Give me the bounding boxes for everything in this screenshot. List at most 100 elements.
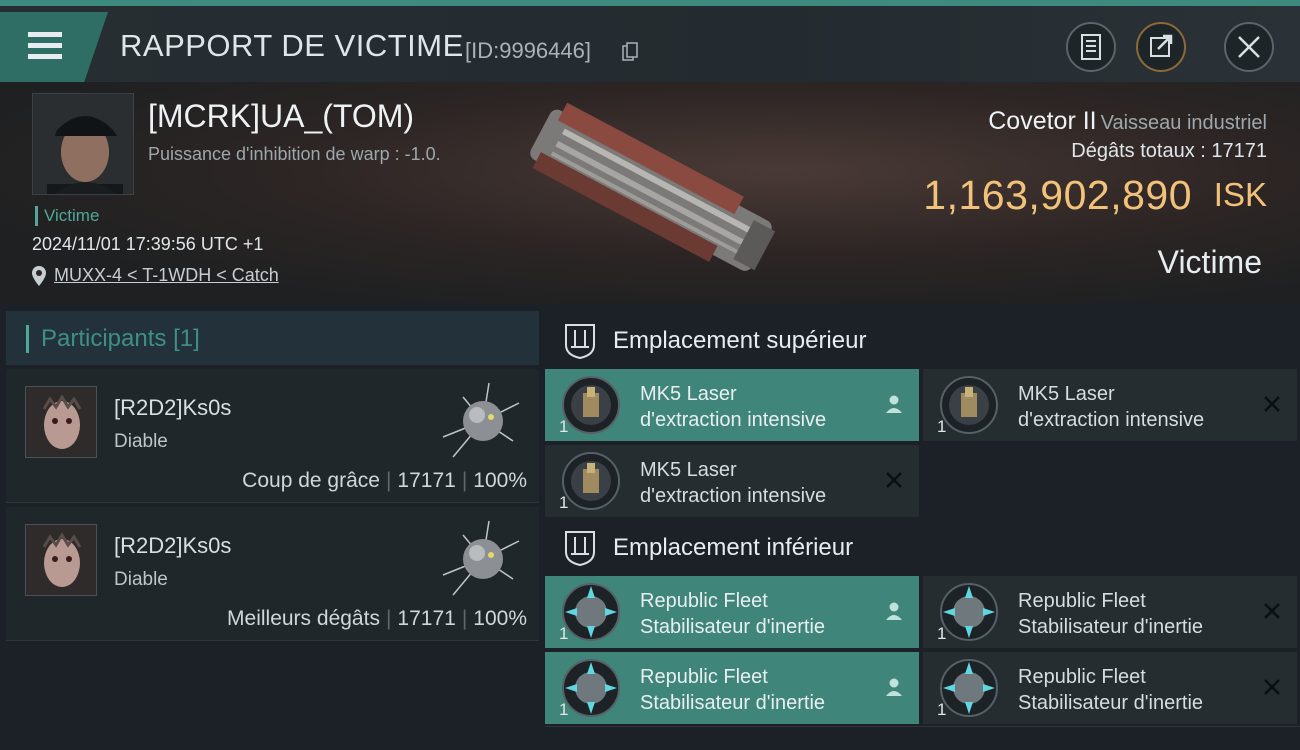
participant-name[interactable]: [R2D2]Ks0s [114, 533, 231, 559]
fitted-person-icon [886, 395, 902, 413]
mining-laser-icon [562, 452, 620, 510]
isk-value: 1,163,902,890 [923, 172, 1192, 218]
destroyed-x-icon [1264, 603, 1280, 619]
participant-avatar-image [26, 387, 96, 457]
participant-row[interactable]: [R2D2]Ks0s Diable Meilleurs dégâts | 17171… [6, 507, 539, 641]
participant-ship-icon[interactable] [433, 515, 533, 603]
module-item[interactable]: 1 MK5 Laser d'extraction intensive [923, 369, 1297, 441]
ship-type: Vaisseau industriel [1100, 112, 1267, 134]
slot-shield-icon [565, 324, 595, 359]
victim-role-label: Victime [1157, 244, 1262, 280]
participants-count: [1] [173, 325, 200, 352]
module-name-line2: d'extraction intensive [1018, 409, 1205, 431]
participant-avatar-image [26, 525, 96, 595]
location-text: MUXX-4 < T-1WDH < Catch [54, 265, 279, 285]
ship-name-line: Covetor II Vaisseau industriel [988, 107, 1267, 136]
module-name: MK5 Laser d'extraction intensive [1018, 381, 1204, 433]
close-button[interactable] [1224, 22, 1274, 72]
module-name-line1: Republic Fleet [1018, 666, 1146, 688]
module-name: Republic Fleet Stabilisateur d'inertie [640, 588, 825, 640]
victim-avatar-image [33, 94, 133, 194]
victim-tag: Victime [35, 206, 99, 226]
module-name-line2: Stabilisateur d'inertie [1018, 692, 1204, 714]
module-name-line1: Republic Fleet [640, 666, 768, 688]
module-item[interactable]: 1 Republic Fleet Stabilisateur d'inertie [545, 576, 919, 648]
destroyed-x-icon [1264, 396, 1280, 412]
ship-name[interactable]: Covetor II [988, 107, 1096, 135]
header-bar: RAPPORT DE VICTIME [ID:9996446] [0, 0, 1300, 82]
participant-stat-label: Meilleurs dégâts [227, 607, 380, 630]
slot-shield-icon [565, 531, 595, 566]
warp-strength-text: Puissance d'inhibition de warp : -1.0. [148, 144, 441, 164]
participant-damage: 17171 [397, 607, 456, 630]
high-slot-header: Emplacement supérieur [545, 311, 1300, 371]
participant-row[interactable]: [R2D2]Ks0s Diable Coup de grâce | 17171 | 10… [6, 369, 539, 503]
participant-percent: 100% [473, 607, 527, 630]
participant-ship-icon[interactable] [433, 377, 533, 465]
total-damage: Dégâts totaux : 17171 [1071, 140, 1267, 163]
module-quantity: 1 [937, 417, 947, 436]
module-quantity: 1 [559, 624, 569, 643]
inertia-stabilizer-icon [940, 659, 998, 717]
document-icon [1081, 34, 1101, 60]
participant-stats: Coup de grâce | 17171 | 100% [242, 469, 527, 492]
module-name-line1: Republic Fleet [640, 590, 768, 612]
module-quantity: 1 [559, 700, 569, 719]
participant-name[interactable]: [R2D2]Ks0s [114, 395, 231, 421]
module-name: Republic Fleet Stabilisateur d'inertie [1018, 664, 1203, 716]
total-damage-label: Dégâts totaux : [1071, 140, 1206, 162]
document-button[interactable] [1066, 22, 1116, 72]
victim-name[interactable]: [MCRK]UA_(TOM) [148, 98, 414, 135]
kill-datetime: 2024/11/01 17:39:56 UTC +1 [32, 234, 264, 254]
low-slot-header: Emplacement inférieur [545, 518, 1300, 578]
module-item[interactable]: 1 MK5 Laser d'extraction intensive [545, 445, 919, 517]
mining-laser-icon [562, 376, 620, 434]
participant-damage: 17171 [397, 469, 456, 492]
slot-label: Emplacement inférieur [613, 534, 854, 561]
menu-button[interactable] [0, 12, 108, 82]
share-icon [1150, 34, 1173, 57]
fitted-person-icon [886, 602, 902, 620]
destroyed-x-icon [1264, 679, 1280, 695]
mining-laser-icon [940, 376, 998, 434]
module-quantity: 1 [937, 624, 947, 643]
location-link[interactable]: MUXX-4 < T-1WDH < Catch [32, 265, 279, 286]
module-name: Republic Fleet Stabilisateur d'inertie [640, 664, 825, 716]
module-name: MK5 Laser d'extraction intensive [640, 381, 826, 433]
close-icon [1238, 36, 1260, 58]
module-name-line2: d'extraction intensive [640, 485, 827, 507]
module-item[interactable]: 1 Republic Fleet Stabilisateur d'inertie [545, 652, 919, 724]
participants-label: Participants [1] [26, 325, 200, 353]
module-name-line1: Republic Fleet [1018, 590, 1146, 612]
participant-avatar[interactable] [25, 386, 97, 458]
participant-stats: Meilleurs dégâts | 17171 | 100% [227, 607, 527, 630]
module-item[interactable]: 1 Republic Fleet Stabilisateur d'inertie [923, 652, 1297, 724]
next-slot-section-cutoff [545, 726, 1300, 750]
module-name-line2: Stabilisateur d'inertie [1018, 616, 1204, 638]
copy-icon[interactable] [622, 42, 638, 62]
module-name: Republic Fleet Stabilisateur d'inertie [1018, 588, 1203, 640]
report-id: [ID:9996446] [465, 38, 591, 63]
module-quantity: 1 [559, 417, 569, 436]
location-pin-icon [32, 266, 46, 286]
participant-percent: 100% [473, 469, 527, 492]
fitted-person-icon [886, 678, 902, 696]
module-item[interactable]: 1 MK5 Laser d'extraction intensive [545, 369, 919, 441]
participants-header[interactable]: Participants [1] [6, 311, 539, 365]
participants-title: Participants [41, 325, 167, 352]
inertia-stabilizer-icon [562, 659, 620, 717]
module-name-line1: MK5 Laser [1018, 383, 1115, 405]
share-button[interactable] [1136, 22, 1186, 72]
module-name-line1: MK5 Laser [640, 459, 737, 481]
module-quantity: 1 [937, 700, 947, 719]
module-name-line1: MK5 Laser [640, 383, 737, 405]
participant-stat-label: Coup de grâce [242, 469, 380, 492]
participant-role: Diable [114, 569, 168, 590]
module-item[interactable]: 1 Republic Fleet Stabilisateur d'inertie [923, 576, 1297, 648]
page-title: RAPPORT DE VICTIME [120, 28, 464, 63]
module-quantity: 1 [559, 493, 569, 512]
victim-banner: [MCRK]UA_(TOM) Puissance d'inhibition de… [0, 82, 1300, 304]
victim-portrait[interactable] [32, 93, 134, 195]
inertia-stabilizer-icon [562, 583, 620, 641]
participant-avatar[interactable] [25, 524, 97, 596]
